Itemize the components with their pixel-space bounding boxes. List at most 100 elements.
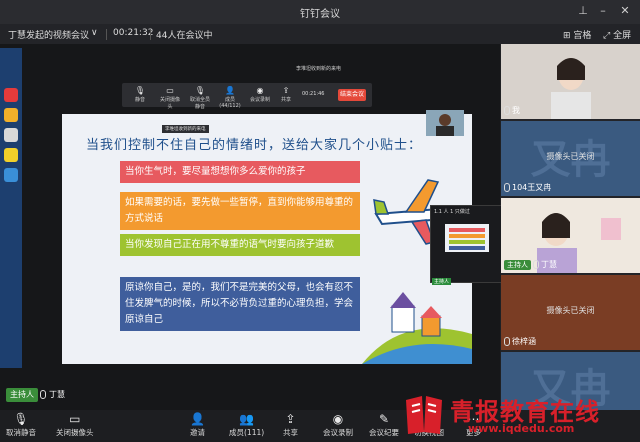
participants-count: 44人在会议中 — [156, 31, 213, 41]
mic-icon — [504, 183, 510, 192]
embedded-host-tag: 主持人 — [432, 278, 452, 285]
camera-icon: ▭ — [166, 86, 174, 95]
remote-toolbar-label: 取消全员静音 — [189, 97, 210, 110]
share-icon: ⇪ — [285, 412, 296, 426]
meeting-window: 钉钉会议 ⊥ – ✕ 丁慧发起的视频会议 ∨ 00:21:32 44人在会议中 … — [0, 0, 640, 442]
participant-name: 徐梓涵 — [512, 337, 536, 346]
minutes-icon: ✎ — [378, 412, 390, 426]
embedded-title: 1.1 人 1 只做过 — [434, 209, 470, 215]
participant-name: 104王又冉 — [512, 183, 552, 192]
remote-call-notice: 李堆坦收到新的来电 — [296, 66, 342, 72]
remote-toolbar-label: 静音 — [134, 97, 145, 103]
mic-off-icon: 🎙 — [13, 412, 29, 426]
grid-icon: ⊞ — [563, 31, 571, 41]
remote-mute: 🎙 静音 — [128, 86, 152, 103]
houses-illustration — [362, 292, 472, 364]
remote-self-video — [426, 110, 464, 136]
close-icon[interactable]: ✕ — [618, 4, 632, 18]
grid-view-button[interactable]: ⊞ 宫格 — [563, 28, 591, 41]
remote-timer: 00:21:46 — [302, 91, 325, 97]
meeting-title[interactable]: 丁慧发起的视频会议 — [8, 28, 89, 41]
thumb-bar — [449, 246, 485, 250]
invite-button[interactable]: 👤 邀请 — [190, 412, 205, 438]
participant-name: 我 — [512, 106, 520, 115]
camera-toggle-button[interactable]: ▭ 关闭摄像头 — [56, 412, 94, 438]
remote-record: ◉ 会议录制 — [248, 86, 272, 103]
slide-tip: 当你发现自己正在用不尊重的语气时要向孩子道歉 — [120, 234, 360, 256]
fullscreen-icon: ⤢ — [603, 31, 611, 41]
app-icon — [4, 108, 18, 122]
slide-tip: 原谅你自己，是的，我们不是完美的父母，也会有忍不住发脾气的时候，所以不必背负过重… — [120, 277, 360, 331]
divider — [150, 29, 151, 40]
minutes-label: 会议纪要 — [369, 428, 399, 437]
members-button[interactable]: 👥 成员(111) — [229, 412, 264, 438]
remote-share: ⇪ 共享 — [274, 86, 298, 103]
participants-panel: 我 又冉 摄像头已关闭 104王又冉 主持人 丁慧 摄像头已关闭 徐梓涵 又冉 — [501, 44, 640, 410]
participant-tile[interactable]: 又冉 摄像头已关闭 104王又冉 — [501, 121, 640, 196]
host-badge: 主持人 — [6, 388, 38, 402]
thumb-bar — [449, 234, 485, 238]
record-icon: ◉ — [256, 86, 264, 95]
fullscreen-button[interactable]: ⤢ 全屏 — [603, 28, 631, 41]
embedded-slide-thumb — [445, 224, 489, 252]
remote-meeting-toolbar: 🎙 静音 ▭ 关闭摄像头 🎙 取消全员静音 👤 成员(44/112) ◉ 会议录制 ⇪ 共享… — [122, 83, 372, 110]
mic-icon — [533, 260, 539, 269]
app-icon — [4, 88, 18, 102]
chevron-down-icon[interactable]: ∨ — [91, 28, 98, 38]
meeting-duration: 00:21:32 — [113, 28, 154, 38]
mic-icon — [504, 106, 510, 115]
remote-mini-notice: 李堆坦收到新的来电 — [162, 125, 209, 133]
minimize-icon[interactable]: – — [596, 4, 610, 18]
meeting-info-bar: 丁慧发起的视频会议 ∨ 00:21:32 44人在会议中 ⊞ 宫格 ⤢ 全屏 — [0, 24, 640, 44]
person-icon — [501, 44, 640, 119]
app-icon — [4, 128, 18, 142]
participant-tile[interactable]: 我 — [501, 44, 640, 119]
record-icon: ◉ — [332, 412, 344, 426]
host-name-text: 丁慧 — [49, 390, 65, 399]
grid-view-label: 宫格 — [573, 31, 592, 41]
minutes-button[interactable]: ✎ 会议纪要 — [369, 412, 399, 438]
camera-off-status: 摄像头已关闭 — [546, 306, 595, 315]
camera-icon: ▭ — [69, 412, 81, 426]
book-logo-icon — [406, 396, 442, 434]
site-watermark: 青报教育在线 www.iqdedu.com — [398, 390, 638, 440]
watermark-url: www.iqdedu.com — [468, 422, 575, 435]
divider — [106, 29, 107, 40]
remote-toolbar-label: 共享 — [280, 97, 291, 103]
remote-toolbar-label: 关闭摄像头 — [159, 97, 180, 110]
app-title: 钉钉会议 — [300, 9, 340, 20]
host-name: 丁慧 — [40, 388, 65, 402]
participant-tile[interactable]: 摄像头已关闭 徐梓涵 — [501, 275, 640, 350]
mic-icon — [40, 390, 46, 399]
remote-toolbar-label: 会议录制 — [249, 97, 270, 103]
mic-icon: 🎙 — [194, 86, 206, 95]
remote-end-button: 结束会议 — [338, 89, 366, 101]
title-bar: 钉钉会议 ⊥ – ✕ — [0, 0, 640, 24]
presentation-slide: 当我们控制不住自己的情绪时，送给大家几个小贴士： 当你生气时，要尽量想想你多么爱… — [62, 114, 472, 364]
app-icon — [4, 148, 18, 162]
embedded-meeting-window: 1.1 人 1 只做过 — [430, 205, 502, 283]
participant-label: 104王又冉 — [504, 182, 551, 193]
unmute-label: 取消静音 — [6, 428, 36, 437]
members-label: 成员(111) — [229, 428, 265, 437]
record-button[interactable]: ◉ 会议录制 — [323, 412, 353, 438]
remote-mute-all: 🎙 取消全员静音 — [188, 86, 212, 110]
fullscreen-label: 全屏 — [613, 31, 632, 41]
participant-tile[interactable]: 主持人 丁慧 — [501, 198, 640, 273]
share-button[interactable]: ⇪ 共享 — [283, 412, 298, 438]
app-icon — [4, 168, 18, 182]
members-icon: 👥 — [239, 412, 255, 426]
remote-toolbar-label: 成员(44/112) — [219, 97, 241, 109]
pin-icon[interactable]: ⊥ — [576, 4, 590, 18]
mic-icon: 🎙 — [134, 86, 146, 95]
thumb-bar — [449, 240, 485, 244]
invite-label: 邀请 — [190, 428, 205, 437]
participant-label: 我 — [504, 105, 520, 116]
slide-tip: 如果需要的话，要先做一些暂停，直到你能够用尊重的方式说话 — [120, 192, 360, 230]
participant-label: 徐梓涵 — [504, 336, 536, 347]
unmute-button[interactable]: 🎙 取消静音 — [6, 412, 36, 438]
person-icon — [436, 114, 454, 136]
share-icon: ⇪ — [282, 86, 290, 95]
record-label: 会议录制 — [323, 428, 353, 437]
remote-members: 👤 成员(44/112) — [218, 86, 242, 109]
